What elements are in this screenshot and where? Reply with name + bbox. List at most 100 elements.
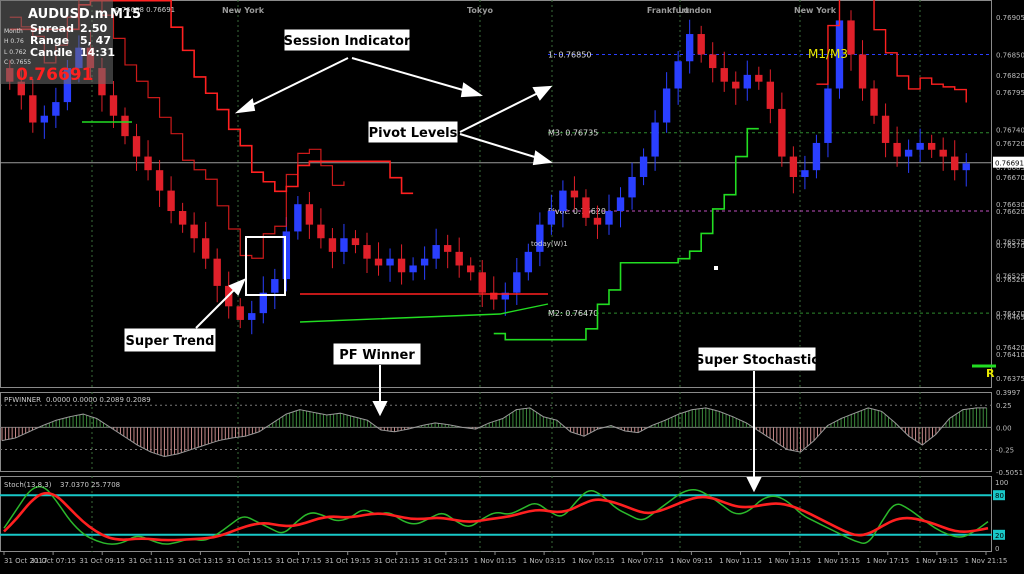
candle-body bbox=[812, 142, 821, 171]
time-tick-label: 1 Nov 13:15 bbox=[768, 557, 811, 565]
candle-body bbox=[363, 245, 371, 259]
candle-body bbox=[824, 88, 832, 143]
price-tick-alt: 0.76420 bbox=[996, 344, 1024, 352]
super-stochastic-label: Super Stochastic bbox=[695, 353, 819, 368]
time-tick-label: 1 Nov 17:15 bbox=[866, 557, 909, 565]
candle-body bbox=[743, 74, 751, 89]
stoch-tick: 100 bbox=[995, 479, 1008, 487]
candle-body bbox=[904, 149, 913, 157]
price-tick-alt: 0.76620 bbox=[996, 208, 1024, 216]
current-price-tag: 0.76691 bbox=[995, 160, 1024, 168]
marker-dot bbox=[714, 266, 718, 270]
candle-body bbox=[697, 34, 705, 55]
candle-body bbox=[789, 156, 798, 177]
candle-body bbox=[662, 88, 671, 123]
candle-body bbox=[236, 306, 244, 320]
time-tick-label: 31 Oct 09:15 bbox=[79, 557, 125, 565]
candle-body bbox=[778, 108, 786, 157]
stoch-values: 37.0370 25.7708 bbox=[60, 481, 120, 489]
candle-body bbox=[513, 272, 521, 293]
time-tick-label: 1 Nov 01:15 bbox=[474, 557, 517, 565]
candle-body bbox=[420, 258, 429, 266]
stoch-tick: 20 bbox=[995, 532, 1004, 540]
price-tick-alt: 0.76525 bbox=[996, 273, 1024, 281]
candle-body bbox=[478, 272, 486, 293]
candle-body bbox=[121, 115, 129, 137]
session-label: New York bbox=[222, 6, 265, 15]
time-tick-label: 31 Oct 17:15 bbox=[276, 557, 322, 565]
trading-chart: New York Tokyo FrankfurtLondon New York 1: … bbox=[0, 0, 1024, 574]
time-tick-label: 1 Nov 09:15 bbox=[670, 557, 713, 565]
session-label: Tokyo bbox=[467, 6, 493, 15]
price-axis: 0.769050.768500.767950.767400.766850.766… bbox=[992, 0, 1024, 574]
ohlc-header: 0.76688 0.76691 bbox=[115, 6, 175, 14]
time-tick-label: 31 Oct 23:15 bbox=[423, 557, 469, 565]
candle-body bbox=[939, 149, 947, 157]
ohlc-row-h: H 0.76 bbox=[4, 38, 24, 45]
candle-body bbox=[443, 245, 452, 252]
stoch-tick: 0 bbox=[995, 545, 999, 553]
candle-body bbox=[294, 204, 302, 232]
current-price: 0.76691 bbox=[16, 65, 93, 85]
pivot-label: M3: 0.76735 bbox=[548, 129, 598, 138]
pf-winner-label: PF Winner bbox=[339, 348, 415, 363]
time-tick-label: 31 Oct 15:15 bbox=[227, 557, 273, 565]
time-tick-label: 1 Nov 19:15 bbox=[916, 557, 959, 565]
candle-body bbox=[616, 197, 625, 212]
pf-tick: 0.25 bbox=[996, 402, 1012, 410]
candle-body bbox=[847, 20, 855, 55]
candle-label: Candle bbox=[30, 46, 72, 59]
candle-body bbox=[409, 265, 417, 273]
time-tick-label: 31 Oct 07:15 bbox=[30, 557, 76, 565]
time-tick-label: 1 Nov 15:15 bbox=[817, 557, 860, 565]
candle-body bbox=[374, 258, 383, 266]
candle-body bbox=[432, 245, 440, 259]
candle-body bbox=[801, 170, 809, 177]
session-indicator-label: Session Indicator bbox=[284, 34, 411, 49]
candle-body bbox=[305, 204, 314, 225]
candle-body bbox=[109, 95, 118, 116]
m1m3-label: M1/M3 bbox=[808, 47, 848, 61]
ohlc-row-l: L 0.762 bbox=[4, 49, 27, 56]
candle-body bbox=[467, 265, 475, 273]
candle-body bbox=[858, 54, 867, 89]
candle-body bbox=[271, 279, 279, 293]
pivot-label: M2: 0.76470 bbox=[548, 309, 598, 318]
candle-body bbox=[628, 176, 636, 198]
candle-body bbox=[178, 211, 187, 225]
candle-body bbox=[547, 211, 556, 225]
candle-body bbox=[916, 142, 924, 150]
pf-tick: -0.25 bbox=[996, 446, 1014, 454]
time-tick-label: 1 Nov 11:15 bbox=[719, 557, 762, 565]
candle-body bbox=[639, 156, 648, 177]
super-trend-label: Super Trend bbox=[126, 334, 215, 349]
candle-body bbox=[951, 156, 959, 171]
candle-body bbox=[386, 258, 394, 266]
time-tick-label: 1 Nov 21:15 bbox=[965, 557, 1008, 565]
price-tick-alt: 0.76720 bbox=[996, 140, 1024, 148]
r-marker: R bbox=[986, 367, 995, 380]
price-tick: 0.76850 bbox=[996, 51, 1024, 59]
candle-body bbox=[317, 224, 325, 239]
time-tick-label: 31 Oct 21:15 bbox=[374, 557, 420, 565]
pf-tick: -0.5051 bbox=[996, 469, 1023, 477]
candle-body bbox=[132, 136, 141, 157]
stoch-title: Stoch(13,8,3) bbox=[4, 481, 52, 489]
time-tick-label: 1 Nov 05:15 bbox=[572, 557, 615, 565]
candle-body bbox=[651, 122, 659, 157]
pf-values: 0.0000 0.0000 0.2089 0.2089 bbox=[46, 396, 151, 404]
price-tick: 0.76740 bbox=[996, 126, 1024, 134]
price-tick-alt: 0.76470 bbox=[996, 310, 1024, 318]
time-tick-label: 1 Nov 07:15 bbox=[621, 557, 664, 565]
candle-body bbox=[190, 224, 198, 239]
candle-body bbox=[732, 81, 740, 89]
session-label: London bbox=[678, 6, 712, 15]
candle-body bbox=[144, 156, 152, 171]
time-tick-label: 31 Oct 13:15 bbox=[178, 557, 224, 565]
candle-body bbox=[881, 115, 890, 143]
candle-body bbox=[605, 211, 613, 225]
stoch-tick: 80 bbox=[995, 492, 1004, 500]
time-tick-label: 31 Oct 19:15 bbox=[325, 557, 371, 565]
ohlc-row-month: Month bbox=[4, 28, 23, 35]
candle-body bbox=[155, 170, 164, 191]
